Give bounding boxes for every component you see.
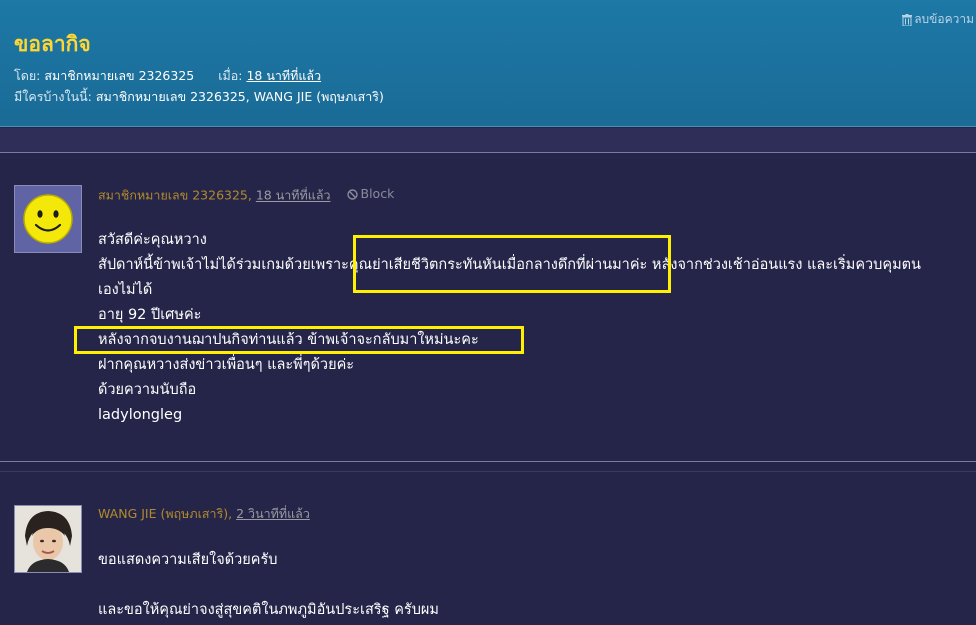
viewers-label: มีใครบ้างในนี้: xyxy=(14,89,92,104)
header-separator xyxy=(0,128,976,153)
post-1-line: อายุ 92 ปีเศษค่ะ xyxy=(98,307,202,323)
post-1-line: ladylongleg xyxy=(98,407,183,423)
post-1-line: ฝากคุณหวางส่งข่าวเพื่อนๆ และพี่ๆด้วยค่ะ xyxy=(98,357,355,373)
viewers-list: สมาชิกหมายเลข 2326325, WANG JIE (พฤษภเสา… xyxy=(95,89,384,104)
delete-message-link[interactable]: ลบข้อความ xyxy=(902,10,974,29)
author-name[interactable]: สมาชิกหมายเลข 2326325 xyxy=(44,68,194,83)
post-1-author[interactable]: สมาชิกหมายเลข 2326325 xyxy=(98,188,248,203)
post-1-line: ด้วยความนับถือ xyxy=(98,382,197,398)
block-icon xyxy=(346,188,358,200)
thread-time[interactable]: 18 นาทีที่แล้ว xyxy=(246,68,321,83)
post-2-avatar[interactable] xyxy=(14,505,82,573)
trash-icon xyxy=(902,13,913,26)
post-2-body: ขอแสดงความเสียใจด้วยครับ และขอให้คุณย่าจ… xyxy=(98,548,968,623)
thread-viewers-row: มีใครบ้างในนี้: สมาชิกหมายเลข 2326325, W… xyxy=(14,89,384,105)
highlight-box-cause xyxy=(353,235,671,293)
post-2-line: ขอแสดงความเสียใจด้วยครับ xyxy=(98,552,278,568)
block-label: Block xyxy=(360,186,395,201)
user-photo-avatar xyxy=(15,506,81,572)
post-1-avatar[interactable] xyxy=(14,185,82,253)
post-separator-shadow xyxy=(0,471,976,472)
thread-page: ลบข้อความ ขอลากิจ โดย: สมาชิกหมายเลข 232… xyxy=(0,0,976,625)
post-1-time[interactable]: 18 นาทีที่แล้ว xyxy=(256,188,331,203)
block-button[interactable]: Block xyxy=(346,186,395,202)
post-2-meta: WANG JIE (พฤษภเสาริ), 2 วินาทีที่แล้ว xyxy=(98,506,310,521)
post-2-author[interactable]: WANG JIE (พฤษภเสาริ) xyxy=(98,506,228,521)
thread-header: ลบข้อความ ขอลากิจ โดย: สมาชิกหมายเลข 232… xyxy=(0,0,976,127)
delete-message-label: ลบข้อความ xyxy=(914,12,974,26)
time-label: เมื่อ: xyxy=(218,68,243,83)
post-separator xyxy=(0,461,976,462)
post-2-time[interactable]: 2 วินาทีที่แล้ว xyxy=(236,506,310,521)
smiley-icon xyxy=(15,186,81,252)
thread-title: ขอลากิจ xyxy=(14,32,91,56)
highlight-box-return xyxy=(74,326,524,354)
author-label: โดย: xyxy=(14,68,41,83)
post-2-blank-line xyxy=(98,573,968,598)
post-2-line: และขอให้คุณย่าจงสู่สุขคติในภพภูมิอันประเ… xyxy=(98,602,439,618)
thread-author-row: โดย: สมาชิกหมายเลข 2326325 เมื่อ: 18 นาท… xyxy=(14,68,321,84)
post-1-meta: สมาชิกหมายเลข 2326325, 18 นาทีที่แล้ว Bl… xyxy=(98,186,395,203)
